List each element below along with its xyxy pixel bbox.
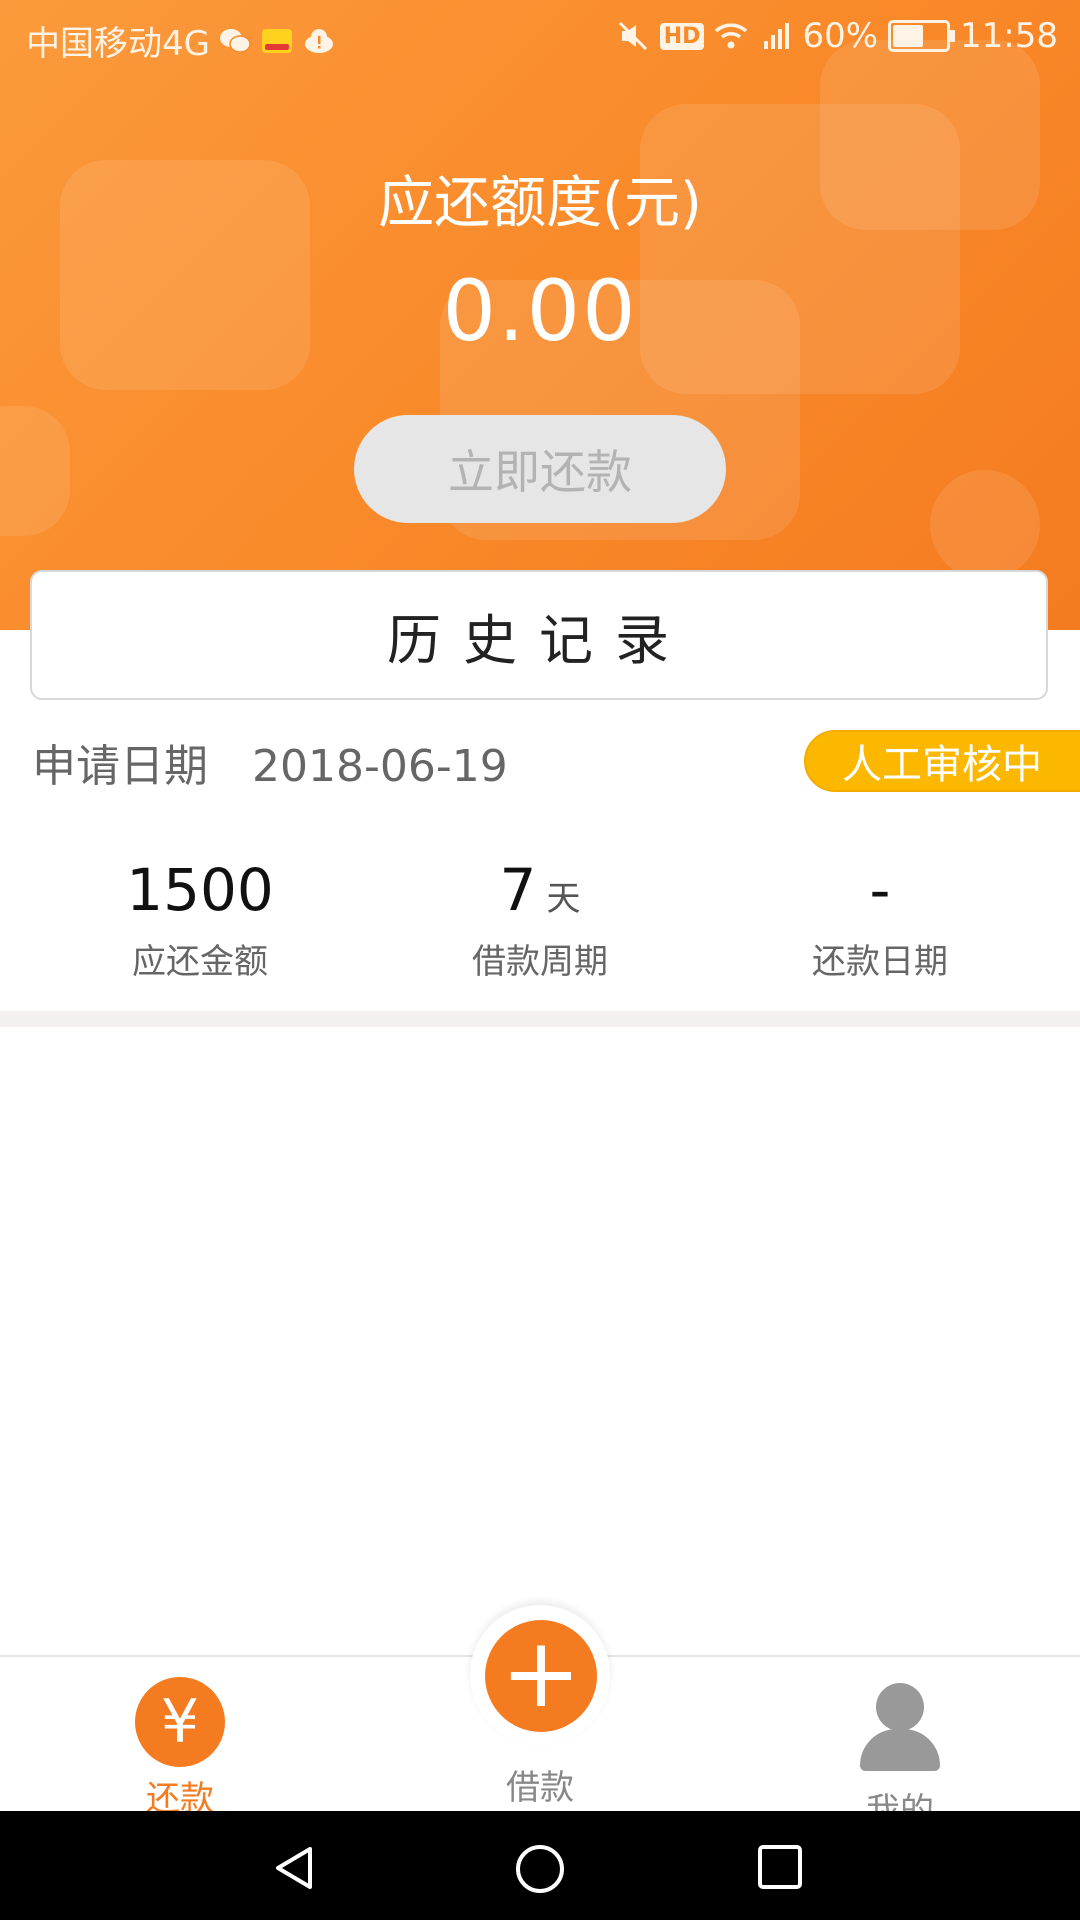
carrier-text: 中国移动4G <box>26 24 210 64</box>
yen-icon: ¥ <box>135 1677 225 1767</box>
nav-mine[interactable]: 我的 <box>800 1657 1000 1832</box>
battery-percent: 60% <box>802 16 879 56</box>
apply-date-label: 申请日期 <box>32 741 208 792</box>
apply-date-value: 2018-06-19 <box>252 741 508 792</box>
stat-number: 1500 <box>126 856 274 924</box>
stat-unit: 天 <box>546 879 581 919</box>
hd-icon: HD <box>659 22 705 50</box>
stat-value: 1500 <box>20 850 380 930</box>
repay-now-button[interactable]: 立即还款 <box>354 415 726 523</box>
stat-repay-date: - 还款日期 <box>700 850 1060 983</box>
status-bar: 中国移动4G HD 60% 11:58 <box>0 0 1080 76</box>
apply-date-row: 申请日期 2018-06-19 <box>32 730 508 794</box>
person-icon <box>860 1683 940 1773</box>
decor-circle <box>930 470 1040 580</box>
amount-value: 0.00 <box>442 262 638 360</box>
history-records-button[interactable]: 历史记录 <box>30 570 1048 700</box>
nav-repay[interactable]: ¥ 还款 <box>80 1657 280 1820</box>
back-icon[interactable] <box>270 1843 320 1897</box>
section-divider <box>0 1011 1080 1027</box>
stat-repay-amount: 1500 应还金额 <box>20 850 380 983</box>
plus-icon[interactable]: + <box>485 1620 597 1732</box>
stat-value: - <box>700 850 1060 930</box>
mute-icon <box>616 19 650 53</box>
status-badge: 人工审核中 <box>804 730 1080 792</box>
stat-loan-period: 7天 借款周期 <box>360 850 720 983</box>
nav-borrow-label[interactable]: 借款 <box>440 1760 640 1809</box>
wifi-icon <box>714 19 748 53</box>
decor-square <box>0 406 70 536</box>
system-nav-bar <box>0 1811 1080 1920</box>
stat-number: 7 <box>499 856 537 924</box>
stat-number: - <box>869 856 891 924</box>
clock: 11:58 <box>960 16 1058 56</box>
signal-icon <box>758 19 792 53</box>
stat-value: 7天 <box>360 850 720 930</box>
recents-icon[interactable] <box>756 1843 804 1895</box>
battery-icon <box>888 20 956 52</box>
app-notification-icon <box>260 24 294 58</box>
stat-label: 应还金额 <box>132 942 268 982</box>
cloud-alert-icon <box>302 24 336 58</box>
header-banner: 中国移动4G HD 60% 11:58 应还额度(元) 0.00 立即还款 <box>0 0 1080 630</box>
home-icon[interactable] <box>514 1843 566 1899</box>
wechat-icon <box>218 24 252 58</box>
amount-title: 应还额度(元) <box>378 171 702 236</box>
stat-label: 借款周期 <box>472 942 608 982</box>
stat-label: 还款日期 <box>812 942 948 982</box>
